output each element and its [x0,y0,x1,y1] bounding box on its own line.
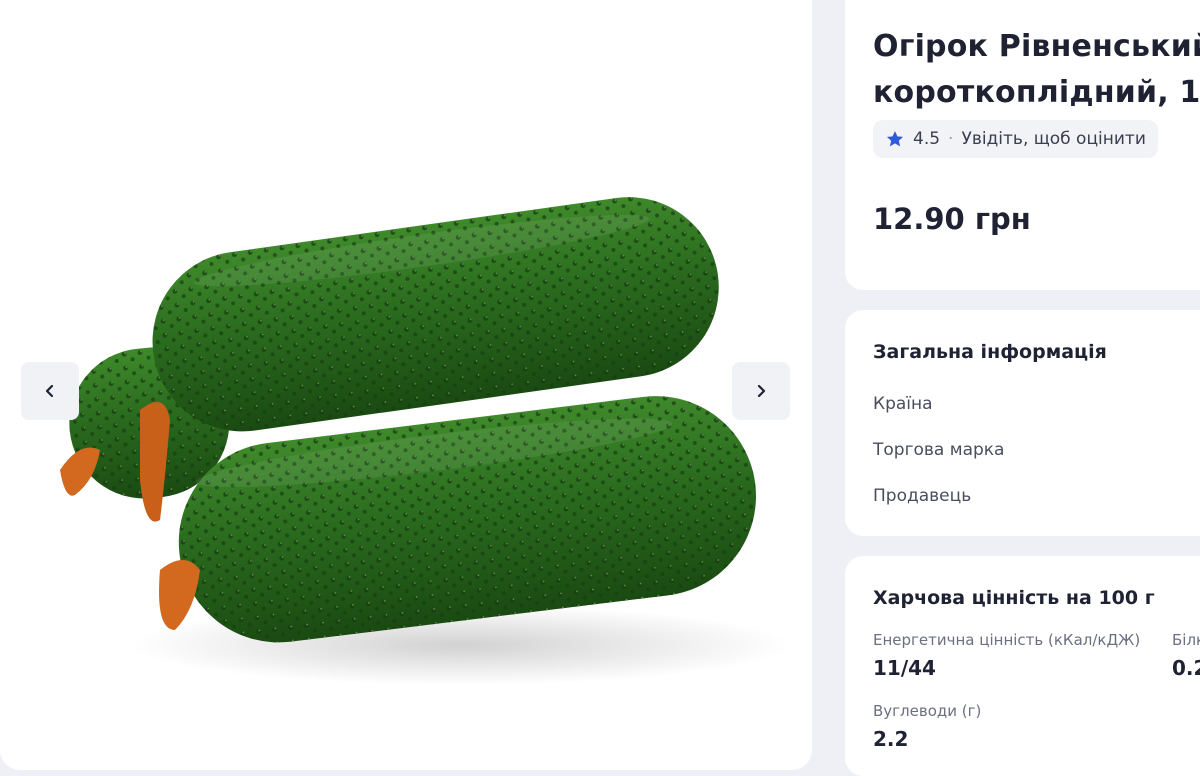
carbs-value: 2.2 [873,727,909,751]
chevron-left-icon [45,384,54,398]
nutrition-title: Харчова цінність на 100 г [873,587,1155,609]
prev-image-button[interactable] [21,362,79,420]
rating-value: 4.5 [913,129,941,149]
general-info-title: Загальна інформація [873,341,1107,363]
general-info-card: Загальна інформація Країна Торгова марка… [845,310,1200,536]
protein-label: Білк [1172,631,1200,649]
info-row-country: Країна [873,394,933,414]
product-price: 12.90 грн [873,202,1031,236]
rating-badge: 4.5 · Увідіть, щоб оцінити [873,120,1158,158]
next-image-button[interactable] [732,362,790,420]
info-row-seller: Продавець [873,486,972,506]
chevron-right-icon [757,384,766,398]
login-to-rate-link[interactable]: Увідіть, щоб оцінити [961,129,1145,149]
star-icon [886,131,904,147]
energy-value: 11/44 [873,656,936,680]
carbs-label: Вуглеводи (г) [873,702,982,720]
protein-value: 0.2 [1172,656,1200,680]
nutrition-card: Харчова цінність на 100 г Енергетична ці… [845,556,1200,776]
info-row-brand: Торгова марка [873,440,1005,460]
product-image [60,197,790,685]
energy-label: Енергетична цінність (кКал/кДЖ) [873,631,1141,649]
product-title: Огірок Рівненський короткоплідний, 100 [873,29,1200,110]
product-gallery [0,0,812,770]
rating-separator: · [948,129,954,149]
product-header-card: Огірок Рівненський короткоплідний, 100 4… [845,0,1200,290]
